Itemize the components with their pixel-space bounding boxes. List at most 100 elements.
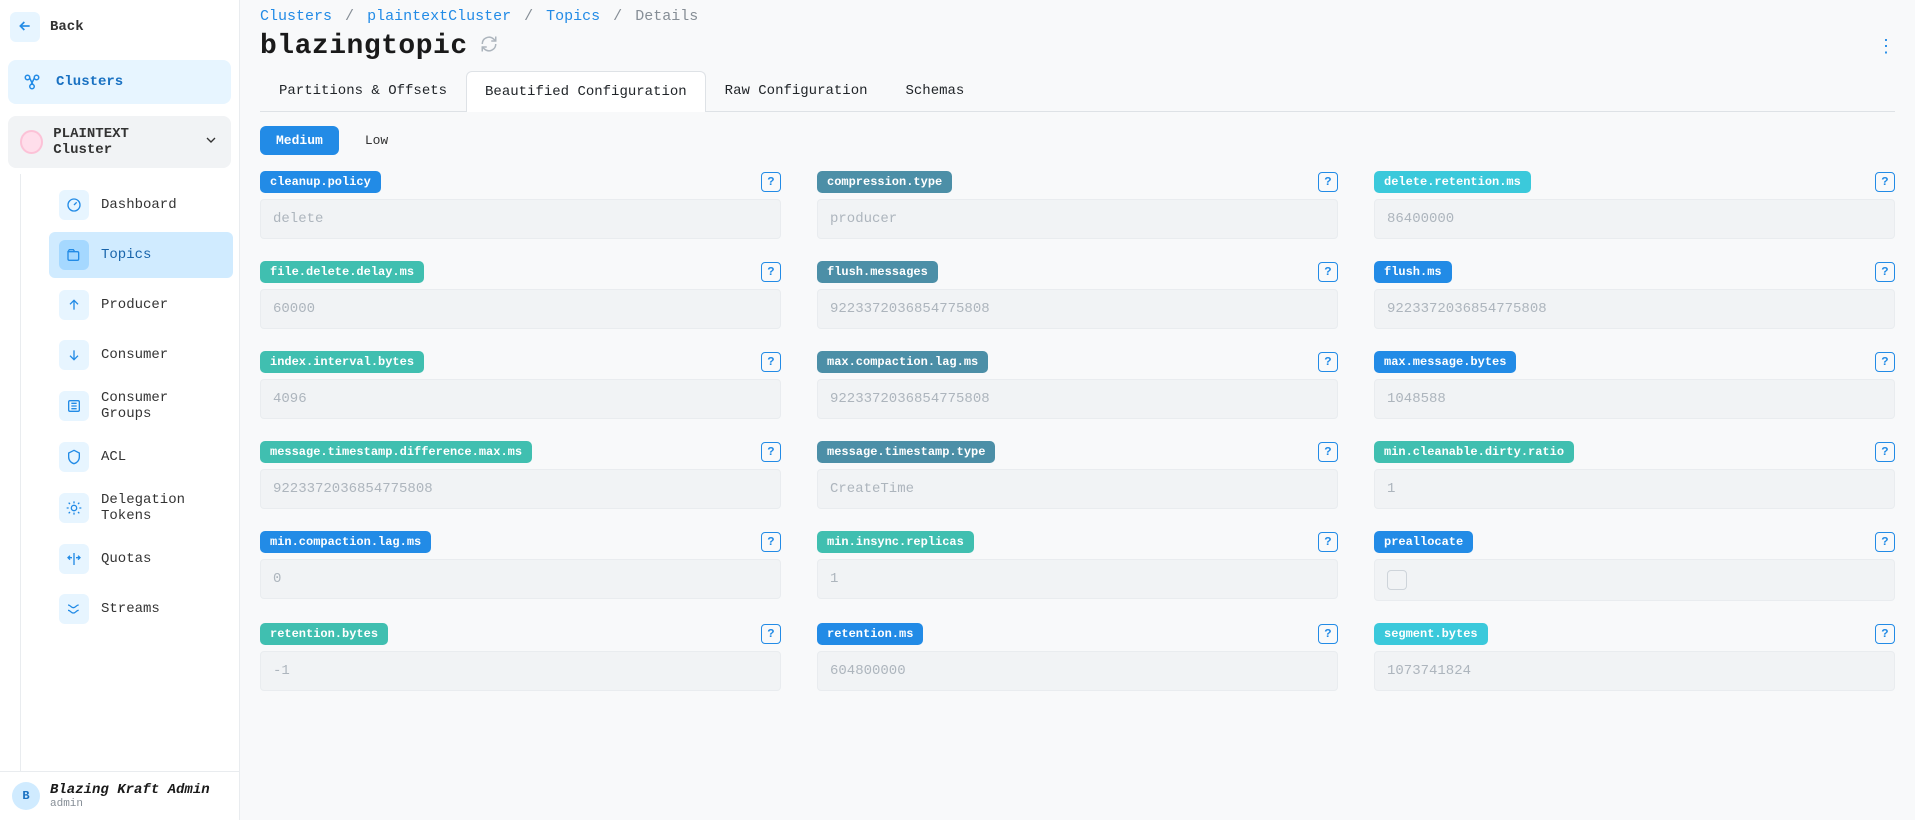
help-icon[interactable]: ? <box>1875 172 1895 192</box>
user-footer[interactable]: B Blazing Kraft Admin admin <box>0 771 239 820</box>
config-key-badge: message.timestamp.type <box>817 441 995 463</box>
sidebar-item-producer[interactable]: Producer <box>49 282 233 328</box>
config-key-badge: compression.type <box>817 171 952 193</box>
sidebar-clusters[interactable]: Clusters <box>8 60 231 104</box>
help-icon[interactable]: ? <box>761 532 781 552</box>
config-item-flush-messages: flush.messages ? 9223372036854775808 <box>817 261 1338 329</box>
arrow-left-icon <box>17 18 33 37</box>
sidebar-item-label: ACL <box>101 449 126 465</box>
help-icon[interactable]: ? <box>761 624 781 644</box>
sidebar-item-acl[interactable]: ACL <box>49 434 233 480</box>
config-item-preallocate: preallocate ? <box>1374 531 1895 601</box>
config-key-badge: max.message.bytes <box>1374 351 1516 373</box>
config-item-max-compaction-lag-ms: max.compaction.lag.ms ? 9223372036854775… <box>817 351 1338 419</box>
help-icon[interactable]: ? <box>761 172 781 192</box>
filter-medium[interactable]: Medium <box>260 126 339 155</box>
config-key-badge: file.delete.delay.ms <box>260 261 424 283</box>
config-key-badge: max.compaction.lag.ms <box>817 351 988 373</box>
tokens-icon <box>59 493 89 523</box>
back-button[interactable] <box>10 12 40 42</box>
sidebar-item-label: Producer <box>101 297 168 313</box>
config-item-retention-ms: retention.ms ? 604800000 <box>817 623 1338 691</box>
breadcrumb-current: Details <box>635 8 698 25</box>
help-icon[interactable]: ? <box>1318 352 1338 372</box>
sidebar-item-label: Delegation Tokens <box>101 492 223 524</box>
tab-beautified-configuration[interactable]: Beautified Configuration <box>466 71 706 112</box>
help-icon[interactable]: ? <box>1875 262 1895 282</box>
sidebar-item-consumer[interactable]: Consumer <box>49 332 233 378</box>
breadcrumb-topics[interactable]: Topics <box>546 8 600 25</box>
config-key-badge: flush.messages <box>817 261 938 283</box>
filter-low[interactable]: Low <box>349 126 404 155</box>
more-menu-icon[interactable]: ⋮ <box>1877 36 1895 58</box>
config-item-file-delete-delay-ms: file.delete.delay.ms ? 60000 <box>260 261 781 329</box>
config-value: 0 <box>260 559 781 599</box>
sidebar-clusters-label: Clusters <box>56 74 123 90</box>
sidebar-cluster-toggle[interactable]: PLAINTEXT Cluster <box>8 116 231 168</box>
sidebar-item-consumer-groups[interactable]: Consumer Groups <box>49 382 233 430</box>
cluster-dot-icon <box>20 130 43 154</box>
config-item-compression-type: compression.type ? producer <box>817 171 1338 239</box>
sidebar-item-delegation-tokens[interactable]: Delegation Tokens <box>49 484 233 532</box>
config-value: 60000 <box>260 289 781 329</box>
tabs: Partitions & OffsetsBeautified Configura… <box>260 70 1895 112</box>
sidebar-item-dashboard[interactable]: Dashboard <box>49 182 233 228</box>
page-title: blazingtopic <box>260 31 468 62</box>
chevron-down-icon <box>203 132 219 153</box>
help-icon[interactable]: ? <box>1875 352 1895 372</box>
sidebar-item-streams[interactable]: Streams <box>49 586 233 632</box>
dashboard-icon <box>59 190 89 220</box>
tab-schemas[interactable]: Schemas <box>887 70 984 111</box>
refresh-icon[interactable] <box>480 35 498 58</box>
config-item-message-timestamp-difference-max-ms: message.timestamp.difference.max.ms ? 92… <box>260 441 781 509</box>
sidebar-item-topics[interactable]: Topics <box>49 232 233 278</box>
help-icon[interactable]: ? <box>761 352 781 372</box>
help-icon[interactable]: ? <box>1318 624 1338 644</box>
config-value: 604800000 <box>817 651 1338 691</box>
config-item-min-insync-replicas: min.insync.replicas ? 1 <box>817 531 1338 601</box>
user-name: Blazing Kraft Admin <box>50 782 210 798</box>
help-icon[interactable]: ? <box>761 442 781 462</box>
help-icon[interactable]: ? <box>1875 532 1895 552</box>
back-label: Back <box>50 19 84 35</box>
config-item-flush-ms: flush.ms ? 9223372036854775808 <box>1374 261 1895 329</box>
config-value: producer <box>817 199 1338 239</box>
streams-icon <box>59 594 89 624</box>
config-value: -1 <box>260 651 781 691</box>
sidebar-item-label: Consumer Groups <box>101 390 223 422</box>
help-icon[interactable]: ? <box>1318 532 1338 552</box>
quotas-icon <box>59 544 89 574</box>
config-key-badge: min.cleanable.dirty.ratio <box>1374 441 1574 463</box>
help-icon[interactable]: ? <box>1318 442 1338 462</box>
sidebar-item-label: Topics <box>101 247 151 263</box>
breadcrumb-clusters[interactable]: Clusters <box>260 8 332 25</box>
help-icon[interactable]: ? <box>1318 172 1338 192</box>
config-value: 1073741824 <box>1374 651 1895 691</box>
sidebar-item-label: Dashboard <box>101 197 177 213</box>
config-item-segment-bytes: segment.bytes ? 1073741824 <box>1374 623 1895 691</box>
tab-raw-configuration[interactable]: Raw Configuration <box>706 70 887 111</box>
consumer-icon <box>59 340 89 370</box>
sidebar-cluster-name: PLAINTEXT Cluster <box>53 126 191 158</box>
config-item-min-compaction-lag-ms: min.compaction.lag.ms ? 0 <box>260 531 781 601</box>
breadcrumb: Clusters / plaintextCluster / Topics / D… <box>260 4 1895 29</box>
config-value: 9223372036854775808 <box>260 469 781 509</box>
config-item-min-cleanable-dirty-ratio: min.cleanable.dirty.ratio ? 1 <box>1374 441 1895 509</box>
config-item-retention-bytes: retention.bytes ? -1 <box>260 623 781 691</box>
help-icon[interactable]: ? <box>761 262 781 282</box>
config-grid: cleanup.policy ? delete compression.type… <box>260 171 1895 691</box>
breadcrumb-cluster[interactable]: plaintextCluster <box>367 8 511 25</box>
help-icon[interactable]: ? <box>1875 442 1895 462</box>
avatar: B <box>12 782 40 810</box>
config-key-badge: segment.bytes <box>1374 623 1488 645</box>
tab-partitions-offsets[interactable]: Partitions & Offsets <box>260 70 466 111</box>
config-value <box>1374 559 1895 601</box>
config-key-badge: retention.bytes <box>260 623 388 645</box>
sidebar-item-label: Consumer <box>101 347 168 363</box>
producer-icon <box>59 290 89 320</box>
checkbox-icon[interactable] <box>1387 570 1407 590</box>
help-icon[interactable]: ? <box>1875 624 1895 644</box>
sidebar-item-quotas[interactable]: Quotas <box>49 536 233 582</box>
sidebar-nav: Dashboard Topics Producer Consumer Consu… <box>20 174 239 771</box>
help-icon[interactable]: ? <box>1318 262 1338 282</box>
